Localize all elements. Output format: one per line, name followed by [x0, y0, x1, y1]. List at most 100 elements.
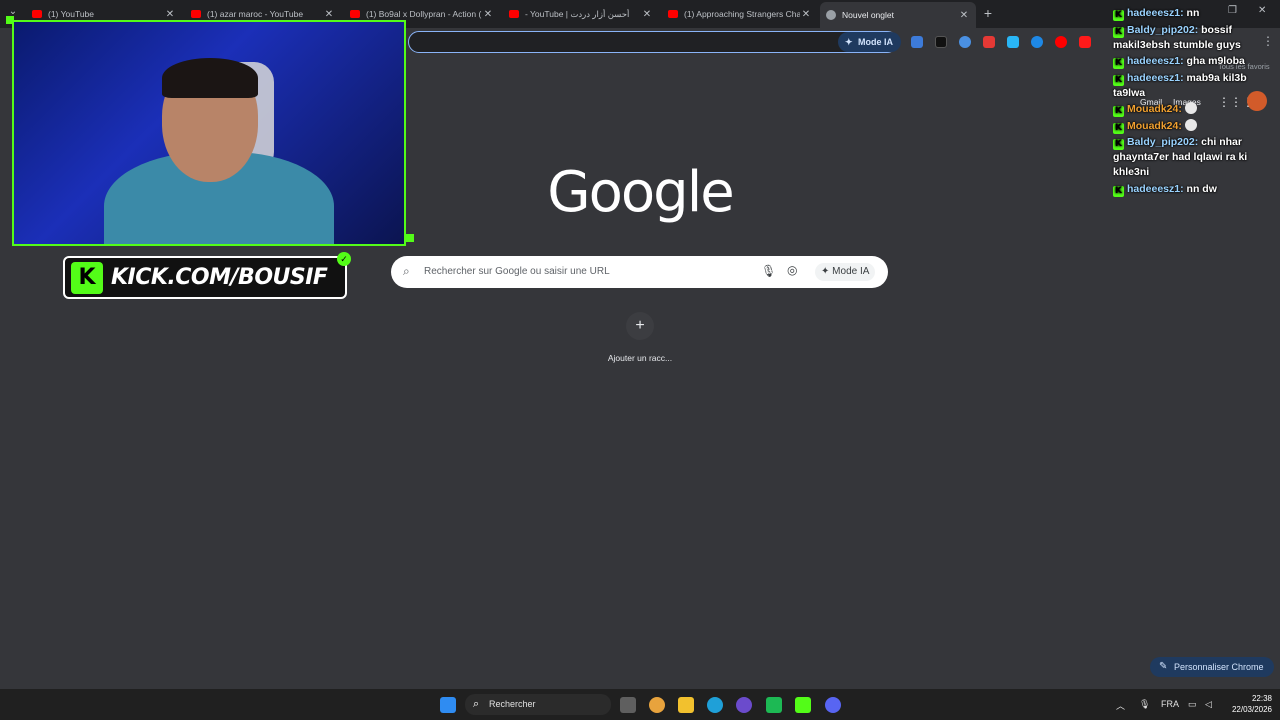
chat-username: Baldy_pip202:: [1127, 136, 1199, 148]
extension-youtube-icon[interactable]: [1055, 36, 1067, 48]
tray-chevron-icon[interactable]: ︿: [1116, 699, 1125, 712]
microphone-icon[interactable]: 🎙: [761, 264, 776, 278]
network-icon[interactable]: ▭: [1188, 699, 1197, 710]
close-tab-icon[interactable]: ✕: [482, 9, 494, 20]
google-logo: Google: [547, 160, 734, 225]
tab-new-tab[interactable]: Nouvel onglet ✕: [820, 2, 976, 28]
extension-black-icon[interactable]: [935, 36, 947, 48]
kick-badge-icon: K: [1113, 10, 1124, 21]
tab-title: (1) Bo9al x Dollypran - Action (: [366, 9, 482, 19]
tab-title: - YouTube | أحسن أزار دردت: [525, 8, 630, 19]
file-explorer-icon[interactable]: [678, 697, 694, 713]
microphone-tray-icon[interactable]: 🎙: [1139, 699, 1150, 710]
close-tab-icon[interactable]: ✕: [800, 9, 812, 20]
kick-channel-url: KICK.COM/BOUSIF: [111, 265, 328, 290]
mode-ia-chip[interactable]: Mode IA: [838, 32, 901, 52]
chat-username: Baldy_pip202:: [1127, 23, 1199, 36]
app-green-icon[interactable]: [766, 697, 782, 713]
search-icon: ⌕: [473, 698, 480, 710]
kick-taskbar-icon[interactable]: [795, 697, 811, 713]
google-lens-icon[interactable]: ◎: [787, 263, 797, 277]
windows-start-icon[interactable]: [440, 697, 456, 713]
kick-badge-icon: K: [1113, 74, 1124, 86]
kick-badge-icon: K: [1113, 106, 1124, 117]
customize-chrome-button[interactable]: Personnaliser Chrome: [1150, 657, 1274, 677]
tab-approaching-strangers[interactable]: (1) Approaching Strangers Char ✕: [662, 4, 818, 24]
extension-audio-icon[interactable]: [911, 36, 923, 48]
app-purple-icon[interactable]: [736, 697, 752, 713]
close-tab-icon[interactable]: ✕: [641, 9, 653, 20]
chat-message: Khadeeesz1: nn dw: [1113, 182, 1280, 197]
kick-badge-icon: K: [1113, 58, 1124, 69]
chat-text: gha m9loba: [1186, 55, 1245, 67]
kick-channel-banner: K KICK.COM/BOUSIF ✓: [63, 252, 351, 299]
tab-title: (1) Approaching Strangers Char: [684, 9, 800, 19]
chat-message: Khadeeesz1: nn: [1113, 6, 1280, 21]
chat-message: K Baldy_pip202: bossif makil3ebsh stumble…: [1113, 23, 1280, 53]
kick-badge-icon: K: [1113, 139, 1124, 150]
streamer: [104, 52, 334, 244]
chat-username: hadeeesz1:: [1127, 182, 1184, 195]
mode-ia-label: Mode IA: [832, 266, 870, 277]
ghost-emote-icon: [1184, 102, 1197, 114]
kick-badge-icon: K: [1113, 26, 1124, 38]
add-shortcut-label: Ajouter un racc...: [607, 353, 673, 363]
kick-badge-icon: K: [1113, 185, 1124, 197]
chat-text: nn dw: [1186, 182, 1217, 195]
extension-sync-icon[interactable]: [959, 36, 971, 48]
chat-message: K Mouadk24:: [1113, 118, 1280, 134]
chat-message: K Baldy_pip202: chi nhar ghaynta7er had l…: [1113, 135, 1280, 180]
frame-corner: [6, 16, 14, 24]
volume-icon[interactable]: ◁: [1205, 699, 1212, 710]
new-tab-button[interactable]: +: [981, 5, 995, 21]
chat-username: hadeeesz1:: [1127, 7, 1184, 19]
taskbar-search[interactable]: ⌕ Rechercher: [465, 694, 611, 715]
address-bar[interactable]: [408, 31, 898, 53]
youtube-icon: [350, 10, 360, 18]
search-placeholder: Rechercher sur Google ou saisir une URL: [424, 266, 610, 277]
chrome-icon: [826, 10, 836, 20]
discord-icon[interactable]: [825, 697, 841, 713]
taskbar-clock[interactable]: 22:38 22/03/2026: [1222, 693, 1272, 715]
extension-record-icon[interactable]: [1079, 36, 1091, 48]
youtube-icon: [191, 10, 201, 18]
stream-chat-overlay: Khadeeesz1: nn K Baldy_pip202: bossif mak…: [1113, 6, 1280, 198]
tab-title: (1) YouTube: [48, 9, 94, 19]
youtube-icon: [32, 10, 42, 18]
edge-icon[interactable]: [707, 697, 723, 713]
youtube-icon: [509, 10, 519, 18]
chat-text: nn: [1186, 7, 1200, 19]
language-indicator[interactable]: FRA: [1161, 699, 1179, 709]
task-view-icon[interactable]: [620, 697, 636, 713]
chat-message: K Mouadk24:: [1113, 102, 1280, 117]
streamer-hair: [162, 58, 258, 98]
chat-username: Mouadk24:: [1127, 103, 1182, 115]
tab-title: Nouvel onglet: [842, 10, 894, 20]
add-shortcut-button[interactable]: +: [626, 312, 654, 340]
ghost-emote-icon: [1184, 118, 1197, 131]
tab-title: (1) azar maroc - YouTube: [207, 9, 304, 19]
chat-username: Mouadk24:: [1127, 119, 1182, 132]
chat-message: Khadeeesz1: gha m9loba: [1113, 54, 1280, 69]
verified-check-icon: ✓: [337, 252, 351, 266]
tab-youtube-arabic[interactable]: - YouTube | أحسن أزار دردت ✕: [503, 4, 659, 24]
clock-time: 22:38: [1251, 694, 1272, 703]
windows-taskbar: [0, 689, 1280, 720]
extension-blue-circle-icon[interactable]: [1031, 36, 1043, 48]
extension-red-icon[interactable]: [983, 36, 995, 48]
youtube-icon: [668, 10, 678, 18]
search-icon: ⌕: [403, 264, 410, 278]
close-tab-icon[interactable]: ✕: [958, 10, 970, 21]
chrome-taskbar-icon[interactable]: [649, 697, 665, 713]
chat-message: Khadeeesz1: mab9a kil3b ta9lwa: [1113, 71, 1280, 101]
webcam-overlay: [12, 20, 406, 246]
extension-translate-icon[interactable]: [1007, 36, 1019, 48]
clock-date: 22/03/2026: [1231, 705, 1272, 714]
close-tab-icon[interactable]: ✕: [164, 9, 176, 20]
google-search-box[interactable]: ⌕ Rechercher sur Google ou saisir une UR…: [391, 256, 888, 288]
taskbar-search-label: Rechercher: [489, 699, 536, 709]
kick-logo-icon: K: [71, 261, 103, 294]
mode-ia-button[interactable]: ✦ Mode IA: [815, 263, 876, 281]
kick-badge-icon: K: [1113, 122, 1124, 134]
close-tab-icon[interactable]: ✕: [323, 9, 335, 20]
